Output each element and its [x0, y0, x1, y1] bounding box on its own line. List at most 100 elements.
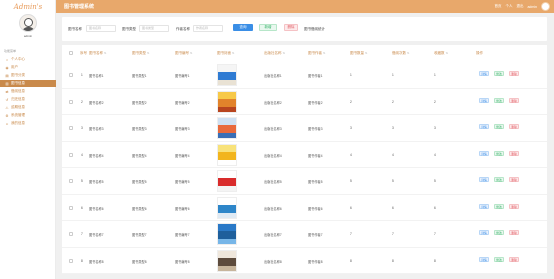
column-header-8[interactable]: 图书数量⇅ [350, 51, 368, 56]
delete-button[interactable]: 删除 [509, 230, 519, 235]
sidebar-item-3[interactable]: ▤ 图书分类 [0, 72, 56, 79]
book-type-input[interactable]: 图书类型 [139, 25, 169, 32]
book-cover-image[interactable] [217, 196, 237, 219]
column-header-4[interactable]: 图书编号⇅ [175, 51, 193, 56]
profile-link[interactable]: 个人 [505, 4, 512, 9]
column-header-label: 序号 [80, 51, 87, 55]
batch-delete-button[interactable]: 删除 [284, 24, 298, 31]
book-cover-image[interactable] [217, 170, 237, 192]
sidebar-item-4[interactable]: ▥ 图书信息 [0, 80, 56, 87]
cell-index: 4 [81, 152, 83, 157]
edit-button[interactable]: 修改 [494, 97, 504, 103]
sidebar-item-label: 图书分类 [11, 73, 25, 77]
logout-link[interactable]: 退出 [516, 4, 523, 9]
sort-icon[interactable]: ⇅ [147, 51, 150, 55]
delete-button[interactable]: 删除 [509, 150, 519, 156]
detail-button[interactable]: 详情 [479, 97, 489, 103]
sort-icon[interactable]: ⇅ [407, 51, 410, 55]
cell-index: 5 [81, 179, 83, 183]
book-cover-image[interactable] [217, 143, 237, 166]
search-button[interactable]: 查询 [233, 24, 253, 31]
cell-qty: 6 [350, 205, 352, 210]
delete-button[interactable]: 删除 [509, 177, 519, 182]
nav-section-title: 功能菜单 [4, 49, 17, 53]
row-checkbox[interactable] [69, 126, 73, 130]
column-header-10[interactable]: 收藏数⇅ [434, 51, 448, 56]
detail-button[interactable]: 详情 [479, 124, 489, 129]
column-header-6[interactable]: 出版社名称⇅ [264, 51, 285, 56]
detail-button[interactable]: 详情 [479, 230, 489, 235]
book-cover-image[interactable] [217, 90, 237, 113]
select-all-checkbox[interactable] [69, 51, 73, 55]
row-checkbox[interactable] [69, 152, 73, 157]
search-panel: 图书名称 图书名称 图书类型 图书类型 作者名称 作者名称 查询 新增 删除 图… [62, 17, 547, 41]
column-header-9[interactable]: 借阅次数⇅ [392, 51, 410, 56]
delete-button[interactable]: 删除 [509, 124, 519, 129]
edit-button[interactable]: 修改 [494, 124, 504, 129]
delete-button[interactable]: 删除 [509, 203, 519, 209]
book-cover-image[interactable] [217, 117, 237, 139]
book-cover-image[interactable] [217, 64, 237, 86]
detail-button[interactable]: 详情 [479, 71, 489, 76]
sort-icon[interactable]: ⇅ [323, 51, 326, 55]
cell-favs: 8 [434, 258, 436, 263]
sidebar-item-label: 个人中心 [11, 57, 25, 61]
edit-button[interactable]: 修改 [494, 177, 504, 182]
cell-name: 图书名称1 [89, 74, 104, 78]
delete-button[interactable]: 删除 [509, 71, 519, 76]
row-checkbox[interactable] [69, 232, 73, 236]
sidebar-item-6[interactable]: ↺ 归还信息 [0, 96, 56, 103]
detail-button[interactable]: 详情 [479, 150, 489, 156]
cell-type: 图书类型1 [132, 74, 147, 78]
detail-button[interactable]: 详情 [479, 177, 489, 182]
row-checkbox[interactable] [69, 258, 73, 263]
sort-icon[interactable]: ⇅ [232, 51, 235, 55]
borrow-icon: ⇄ [5, 89, 9, 94]
book-cover-image[interactable] [217, 223, 237, 245]
delete-button[interactable]: 删除 [509, 256, 519, 262]
borrow-stats-link[interactable]: 图书借阅统计 [304, 27, 325, 32]
detail-button[interactable]: 详情 [479, 256, 489, 262]
row-checkbox[interactable] [69, 99, 73, 104]
sidebar-item-2[interactable]: ◉ 用户 [0, 64, 56, 71]
sidebar-item-5[interactable]: ⇄ 借阅信息 [0, 88, 56, 95]
column-header-3[interactable]: 图书类型⇅ [132, 51, 150, 56]
column-header-label: 借阅次数 [392, 51, 406, 55]
sort-icon[interactable]: ⇅ [365, 51, 368, 55]
row-checkbox[interactable] [69, 205, 73, 210]
avatar[interactable] [19, 14, 37, 32]
sort-icon[interactable]: ⇅ [283, 51, 286, 55]
home-link[interactable]: 首页 [494, 4, 501, 9]
edit-button[interactable]: 修改 [494, 230, 504, 235]
cell-index: 7 [81, 232, 83, 236]
column-header-5[interactable]: 图书封面⇅ [217, 51, 235, 56]
edit-button[interactable]: 修改 [494, 256, 504, 262]
sort-icon[interactable]: ⇅ [104, 51, 107, 55]
cover-band [218, 106, 236, 112]
book-name-input[interactable]: 图书名称 [86, 25, 116, 32]
sort-icon[interactable]: ⇅ [446, 51, 449, 55]
edit-button[interactable]: 修改 [494, 203, 504, 209]
cell-publisher: 出版社名称4 [264, 153, 282, 158]
column-header-label: 收藏数 [434, 51, 445, 55]
cell-borrows: 3 [392, 126, 394, 130]
row-checkbox[interactable] [69, 179, 73, 183]
app-logo: Admin's [13, 3, 43, 11]
edit-button[interactable]: 修改 [494, 71, 504, 76]
delete-button[interactable]: 删除 [509, 97, 519, 103]
column-header-2[interactable]: 图书名称⇅ [89, 51, 107, 56]
detail-button[interactable]: 详情 [479, 203, 489, 209]
sidebar-item-8[interactable]: ⚙ 系统管理 [0, 112, 56, 119]
sidebar-item-1[interactable]: ⌂ 个人中心 [0, 56, 56, 63]
book-cover-image[interactable] [217, 249, 237, 272]
sort-icon[interactable]: ⇅ [190, 51, 193, 55]
add-button[interactable]: 新增 [259, 24, 277, 31]
sidebar-item-7[interactable]: ⚠ 逾期信息 [0, 104, 56, 111]
column-header-label: 图书数量 [350, 51, 364, 55]
edit-button[interactable]: 修改 [494, 150, 504, 156]
sidebar-item-9[interactable]: ☺ 我的信息 [0, 120, 56, 127]
author-input[interactable]: 作者名称 [193, 25, 223, 32]
row-checkbox[interactable] [69, 73, 73, 77]
column-header-7[interactable]: 图书作者⇅ [308, 51, 326, 56]
top-avatar[interactable] [541, 2, 550, 11]
